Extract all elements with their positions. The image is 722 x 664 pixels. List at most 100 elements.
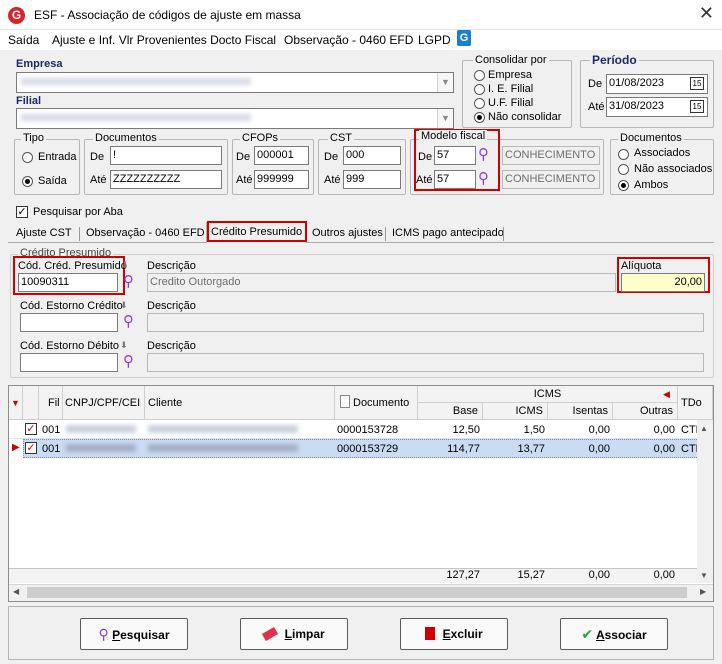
cod-cred-presumido-input[interactable]: 10090311 [18,273,118,292]
calendar-icon[interactable]: 15 [690,100,704,113]
tab-observacao-0460[interactable]: Observação - 0460 EFD [82,224,209,243]
grid-header-base[interactable]: Base [418,403,483,420]
tab-outros-ajustes[interactable]: Outros ajustes [308,224,387,243]
grid-header-icms-group: ICMS [418,386,678,403]
radio-ambos[interactable] [618,180,629,191]
row-checkbox[interactable]: ✓ [25,442,37,454]
grid-header-cnpj[interactable]: CNPJ/CPF/CEI [63,386,145,420]
estorno-credito-descricao-input [147,313,704,332]
menu-ajuste-inf[interactable]: Ajuste e Inf. Vlr Provenientes Docto Fis… [52,33,276,47]
pesquisar-aba-checkbox[interactable]: ✓ [16,206,28,218]
cod-estorno-credito-label: Cód. Estorno Crédito [20,300,123,312]
limpar-button[interactable]: Limpar [240,618,348,650]
cod-estorno-debito-input[interactable] [20,353,118,372]
documentos-filter-title: Documentos [618,132,684,144]
row-documento: 0000153728 [337,424,399,436]
documentos-ate-input[interactable]: ZZZZZZZZZZ [110,170,222,189]
cfops-de-input[interactable]: 000001 [254,146,309,165]
documentos-de-value: ! [113,149,117,161]
pesquisar-button[interactable]: ⚲ Pesquisar [80,618,188,650]
tab-icms-pago-antecipado[interactable]: ICMS pago antecipado [388,224,508,243]
modelo-de-input[interactable]: 57 [434,146,476,165]
lgpd-icon[interactable]: G [457,30,471,46]
associar-button[interactable]: ✔ Associar [560,618,668,650]
aliquota-input[interactable]: 20,00 [621,273,705,292]
excluir-button[interactable]: Excluir [400,618,508,650]
grid-header-indicator: ▼ [9,386,23,420]
grid-header-isentas[interactable]: Isentas [548,403,613,420]
scrollbar-thumb[interactable] [27,587,687,598]
tab-ajuste-cst[interactable]: Ajuste CST [12,224,76,243]
radio-ie-filial[interactable] [474,84,485,95]
scroll-left-icon[interactable]: ◀ [663,389,670,400]
search-icon[interactable]: ⚲ [123,312,134,330]
cfops-ate-value: 999999 [257,173,294,185]
cst-ate-value: 999 [346,173,365,185]
cst-ate-input[interactable]: 999 [343,170,401,189]
vertical-scrollbar[interactable] [697,420,713,583]
descricao-label: Descrição [147,260,196,272]
chevron-down-icon[interactable]: ▼ [437,73,453,92]
descricao-value: Credito Outorgado [150,276,241,288]
radio-associados[interactable] [618,149,629,160]
filial-combo[interactable] [16,108,454,129]
periodo-title: Período [590,53,639,67]
grid-header-tdoc[interactable]: TDo [678,386,713,420]
menu-lgpd[interactable]: LGPD [418,33,451,47]
radio-empresa[interactable] [474,70,485,81]
modelo-de-description: CONHECIMENTO D [502,146,600,165]
grid-header-check [23,386,39,420]
radio-entrada-label: Entrada [38,151,77,163]
documentos-ate-value: ZZZZZZZZZZ [113,173,181,185]
periodo-de-label: De [588,78,603,90]
sort-arrow-icon: ⬇ [121,260,129,270]
radio-uf-filial[interactable] [474,98,485,109]
row-cliente-redacted [148,444,298,452]
scroll-down-icon[interactable]: ▼ [700,571,708,580]
chevron-down-icon[interactable]: ▼ [437,109,453,128]
radio-associados-label: Associados [634,147,691,159]
modelo-ate-label: Até [416,174,433,186]
radio-nao-associados[interactable] [618,164,629,175]
excluir-button-mnemonic: E [442,627,451,641]
cst-de-input[interactable]: 000 [343,146,401,165]
grid-header-cliente[interactable]: Cliente [145,386,335,420]
modelo-de-label: De [418,151,433,163]
cfops-de-value: 000001 [257,149,294,161]
search-icon[interactable]: ⚲ [123,352,134,370]
radio-entrada[interactable] [22,152,33,163]
cst-de-label: De [324,151,339,163]
tipo-title: Tipo [21,132,46,144]
cod-estorno-credito-input[interactable] [20,313,118,332]
scroll-up-icon[interactable]: ▲ [700,424,708,433]
menu-observacao[interactable]: Observação - 0460 EFD [284,33,413,47]
tab-separator [385,227,386,241]
search-icon[interactable]: ⚲ [478,169,489,187]
cfops-ate-input[interactable]: 999999 [254,170,309,189]
grid-header-outras[interactable]: Outras [613,403,678,420]
calendar-icon[interactable]: 15 [690,77,704,90]
search-icon[interactable]: ⚲ [478,145,489,163]
highlight-box [207,221,307,242]
radio-nao-consolidar-label: Não consolidar [488,111,562,123]
modelo-ate-input[interactable]: 57 [434,170,476,189]
search-icon[interactable]: ⚲ [123,272,134,290]
scroll-left-icon[interactable]: ◀ [13,587,19,596]
empresa-combo[interactable] [16,72,454,93]
row-cnpj-redacted [66,444,136,452]
limpar-button-mnemonic: L [284,627,292,641]
radio-nao-consolidar[interactable] [474,112,485,123]
menu-saida[interactable]: Saída [8,33,39,47]
tab-separator [503,227,504,241]
grid-header-fil[interactable]: Fil [39,386,63,420]
total-outras: 0,00 [653,569,675,581]
associar-button-label: ssociar [604,628,647,642]
close-icon[interactable]: ✕ [699,3,714,24]
grid-header-icms[interactable]: ICMS [483,403,548,420]
radio-saida[interactable] [22,176,33,187]
row-checkbox[interactable]: ✓ [25,423,37,435]
grid-header-documento[interactable]: Documento [335,386,418,420]
radio-ie-filial-label: I. E. Filial [488,83,534,95]
scroll-right-icon[interactable]: ▶ [700,587,706,596]
documentos-de-input[interactable]: ! [110,146,222,165]
